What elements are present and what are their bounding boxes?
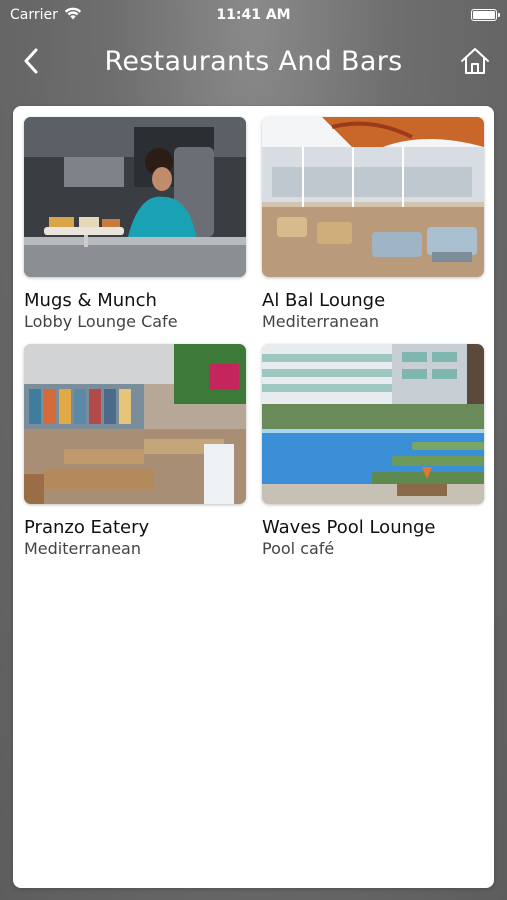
status-left: Carrier: [10, 7, 82, 24]
venue-category: Mediterranean: [262, 312, 379, 331]
venue-name: Mugs & Munch: [24, 290, 157, 311]
venue-photo-al-bal-lounge: [262, 117, 484, 277]
venue-tile-waves-pool-lounge[interactable]: Waves Pool Lounge Pool café: [262, 344, 484, 559]
venue-tile-mugs-munch[interactable]: Mugs & Munch Lobby Lounge Cafe: [24, 117, 246, 332]
status-bar: Carrier 11:41 AM: [0, 0, 507, 30]
home-button[interactable]: [457, 43, 493, 79]
page-title: Restaurants And Bars: [104, 45, 403, 77]
venue-photo-pranzo-eatery: [24, 344, 246, 504]
venues-grid: Mugs & Munch Lobby Lounge Cafe Al Bal Lo…: [24, 117, 485, 559]
carrier-label: Carrier: [10, 7, 58, 23]
nav-bar: Restaurants And Bars: [0, 38, 507, 84]
battery-icon: [471, 9, 500, 21]
venue-photo-mugs-munch: [24, 117, 246, 277]
venues-card: Mugs & Munch Lobby Lounge Cafe Al Bal Lo…: [13, 106, 494, 888]
venue-category: Pool café: [262, 539, 335, 558]
venue-tile-al-bal-lounge[interactable]: Al Bal Lounge Mediterranean: [262, 117, 484, 332]
venue-name: Pranzo Eatery: [24, 517, 150, 538]
venue-photo-waves-pool-lounge: [262, 344, 484, 504]
venue-name: Al Bal Lounge: [262, 290, 386, 311]
home-icon: [461, 48, 489, 74]
chevron-left-icon: [24, 48, 38, 74]
venue-category: Mediterranean: [24, 539, 141, 558]
venue-name: Waves Pool Lounge: [262, 517, 436, 538]
venue-tile-pranzo-eatery[interactable]: Pranzo Eatery Mediterranean: [24, 344, 246, 559]
back-button[interactable]: [14, 44, 48, 78]
venue-category: Lobby Lounge Cafe: [24, 312, 178, 331]
wifi-icon: [64, 7, 82, 24]
